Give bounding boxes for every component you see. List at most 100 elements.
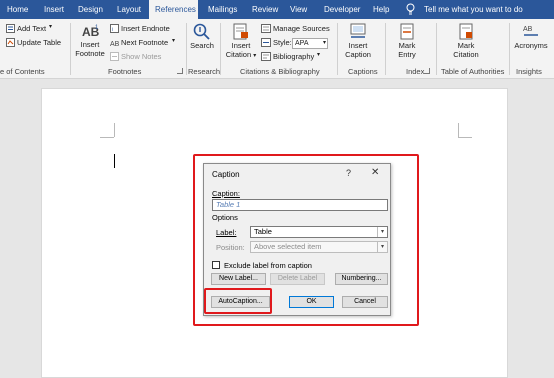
tab-help[interactable]: Help	[373, 0, 389, 19]
group-label-table-of-contents: e of Contents	[0, 67, 45, 76]
mark-entry-icon	[400, 23, 414, 40]
crop-mark	[100, 137, 114, 138]
chevron-down-icon: ▾	[377, 242, 387, 252]
insert-endnote-button[interactable]: Insert Endnote	[121, 24, 170, 33]
search-button[interactable]: Search	[188, 23, 216, 51]
tab-review[interactable]: Review	[252, 0, 278, 19]
crop-mark	[114, 123, 115, 137]
index-dialog-launcher[interactable]	[424, 68, 430, 74]
add-text-button[interactable]: Add Text	[17, 24, 46, 33]
insert-caption-label: Insert Caption	[345, 41, 371, 59]
insert-citation-button[interactable]: Insert Citation ▾	[224, 23, 258, 60]
update-table-button[interactable]: Update Table	[17, 38, 61, 47]
delete-label-button[interactable]: Delete Label	[270, 273, 325, 285]
lightbulb-icon	[406, 3, 415, 15]
manage-sources-icon	[261, 24, 271, 33]
chevron-down-icon: ▾	[322, 40, 326, 46]
chevron-down-icon: ▾	[172, 38, 176, 44]
insert-citation-icon	[233, 23, 248, 40]
numbering-button[interactable]: Numbering...	[335, 273, 388, 285]
new-label-button[interactable]: New Label...	[211, 273, 266, 285]
group-separator	[436, 23, 437, 75]
tab-home[interactable]: Home	[7, 0, 28, 19]
tab-mailings[interactable]: Mailings	[208, 0, 237, 19]
mark-citation-label: Mark Citation	[453, 41, 479, 59]
tab-developer[interactable]: Developer	[324, 0, 360, 19]
position-dropdown[interactable]: Above selected item ▾	[250, 241, 388, 253]
insert-caption-button[interactable]: Insert Caption	[340, 23, 376, 59]
label-value: Table	[254, 227, 272, 236]
crop-mark	[458, 137, 472, 138]
position-label: Position:	[216, 243, 245, 252]
next-footnote-icon: AB	[110, 41, 119, 47]
bibliography-button[interactable]: Bibliography	[273, 52, 314, 61]
group-separator	[186, 23, 187, 75]
footnotes-dialog-launcher[interactable]	[177, 68, 183, 74]
group-separator	[385, 23, 386, 75]
tab-layout[interactable]: Layout	[117, 0, 141, 19]
crop-mark	[458, 123, 459, 137]
next-footnote-button[interactable]: Next Footnote	[121, 38, 168, 47]
footnote-icon: AB 1	[82, 25, 99, 39]
label-dropdown[interactable]: Table ▾	[250, 226, 388, 238]
show-notes-icon	[110, 52, 119, 61]
update-table-icon	[6, 38, 15, 47]
svg-text:AB: AB	[110, 41, 119, 47]
bibliography-icon	[261, 52, 271, 61]
search-label: Search	[190, 41, 214, 50]
mark-entry-label: Mark Entry	[398, 41, 416, 59]
group-label-footnotes: Footnotes	[108, 67, 142, 76]
group-label-table-of-authorities: Table of Authorities	[441, 67, 505, 76]
chevron-down-icon: ▾	[253, 52, 257, 59]
tab-references[interactable]: References	[149, 0, 198, 19]
style-label: Style:	[273, 38, 292, 47]
caption-label: Caption:	[212, 189, 240, 198]
label-label: Label:	[216, 228, 237, 237]
tab-insert[interactable]: Insert	[44, 0, 64, 19]
group-separator	[70, 23, 71, 75]
manage-sources-button[interactable]: Manage Sources	[273, 24, 330, 33]
chevron-down-icon: ▾	[317, 52, 321, 58]
group-label-research: Research	[188, 67, 221, 76]
acronyms-button[interactable]: AB Acronyms	[510, 23, 552, 51]
acronyms-icon: AB	[523, 26, 538, 36]
style-value: APA	[295, 40, 309, 47]
exclude-label-text: Exclude label from caption	[224, 261, 312, 270]
style-dropdown[interactable]: APA ▾	[292, 38, 328, 49]
group-separator	[220, 23, 221, 75]
group-label-index: Index	[406, 67, 425, 76]
mark-citation-icon	[459, 23, 473, 40]
help-button[interactable]: ?	[346, 168, 351, 178]
group-label-insights: Insights	[516, 67, 542, 76]
text-cursor	[114, 154, 115, 168]
tab-view[interactable]: View	[290, 0, 307, 19]
exclude-label-checkbox[interactable]	[212, 261, 220, 269]
ribbon-tab-bar: Home Insert Design Layout References Mai…	[0, 0, 554, 19]
ok-button[interactable]: OK	[289, 296, 334, 308]
add-text-icon	[6, 24, 15, 33]
position-value: Above selected item	[254, 242, 322, 251]
show-notes-button[interactable]: Show Notes	[121, 52, 161, 61]
insert-footnote-button[interactable]: AB 1 Insert Footnote	[73, 23, 107, 58]
tell-me-search[interactable]: Tell me what you want to do	[424, 0, 523, 19]
svg-text:i: i	[112, 27, 113, 33]
tab-design[interactable]: Design	[78, 0, 103, 19]
group-separator	[337, 23, 338, 75]
chevron-down-icon: ▾	[377, 227, 387, 237]
group-label-captions: Captions	[348, 67, 378, 76]
svg-text:AB: AB	[523, 26, 533, 33]
insert-footnote-label: Insert Footnote	[75, 40, 105, 58]
highlight-box-autocaption	[204, 288, 272, 314]
options-label: Options	[212, 213, 238, 222]
ribbon-references: Add Text ▾ Update Table e of Contents AB…	[0, 19, 554, 79]
acronyms-label: Acronyms	[514, 41, 548, 50]
caption-input[interactable]: Table 1	[212, 199, 388, 211]
close-button[interactable]: ✕	[371, 167, 379, 178]
chevron-down-icon: ▾	[49, 24, 53, 30]
insert-caption-icon	[350, 23, 366, 38]
mark-entry-button[interactable]: Mark Entry	[390, 23, 424, 59]
cancel-button[interactable]: Cancel	[342, 296, 388, 308]
insert-citation-label: Insert Citation	[225, 41, 252, 59]
insert-endnote-icon: i	[110, 24, 119, 33]
mark-citation-button[interactable]: Mark Citation	[446, 23, 486, 59]
